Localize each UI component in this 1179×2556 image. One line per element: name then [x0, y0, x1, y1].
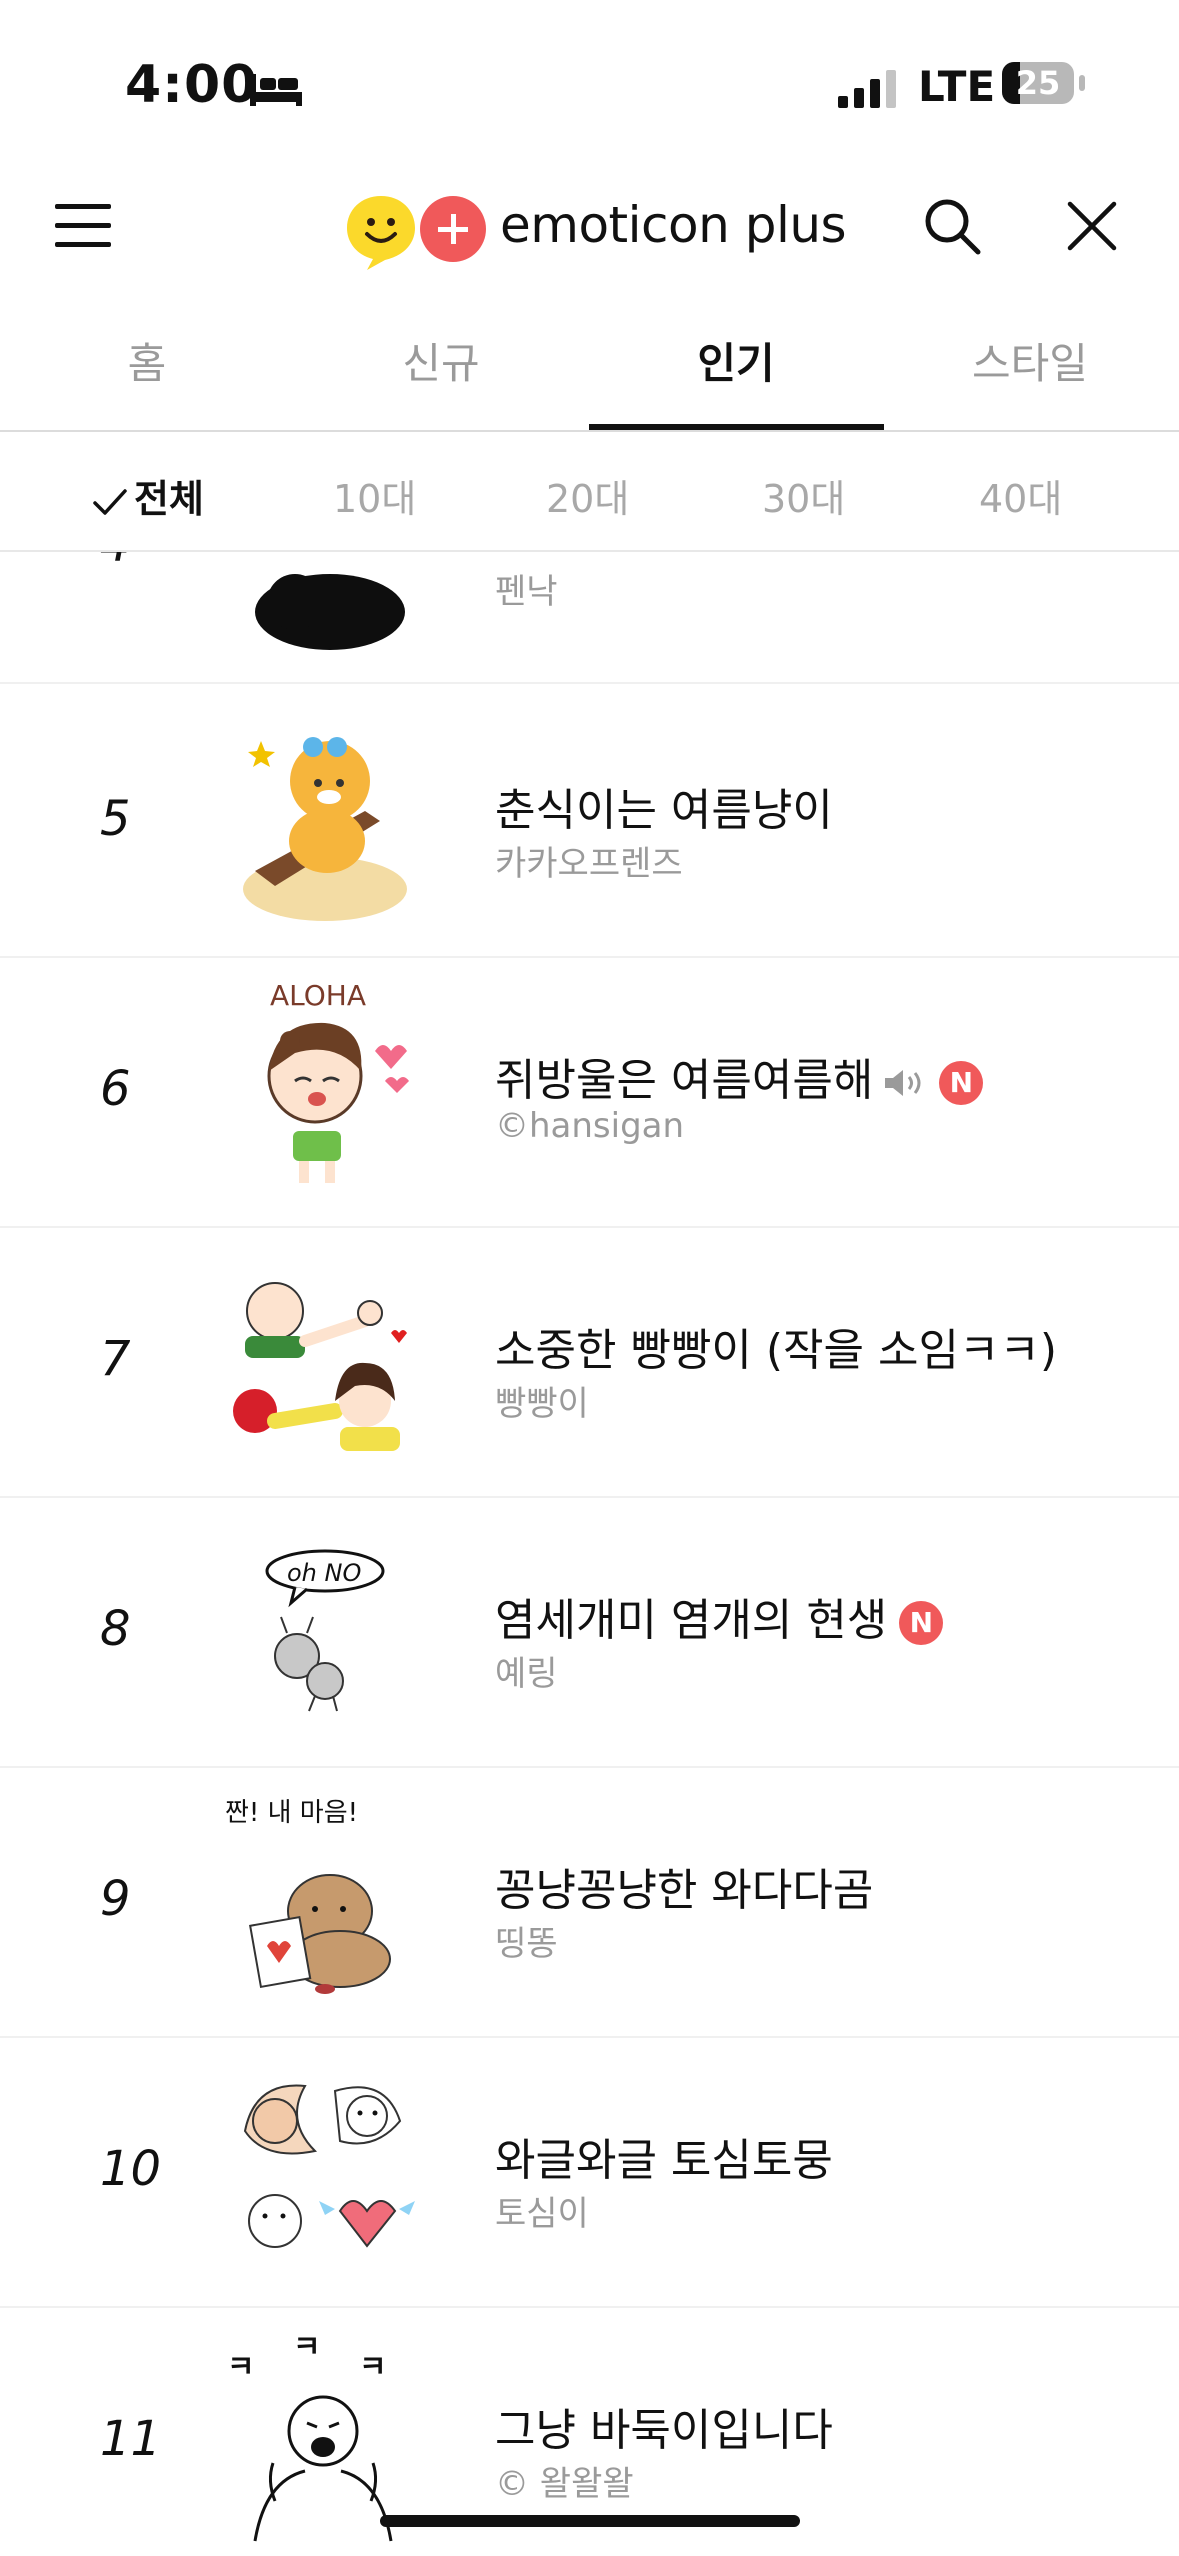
- battery-percent: 25: [1015, 64, 1061, 102]
- tab-popular[interactable]: 인기: [589, 330, 883, 391]
- emoticon-thumbnail: 짠! 내 마음!: [225, 1798, 391, 1994]
- filter-all[interactable]: 전체: [92, 468, 204, 523]
- emoticon-title: 꽁냥꽁냥한 와다다곰: [495, 1865, 874, 1916]
- filter-20s[interactable]: 20대: [546, 468, 629, 523]
- emoticon-thumbnail: [255, 574, 405, 650]
- tab-home[interactable]: 홈: [0, 330, 294, 391]
- age-filter-bar: 전체 10대 20대 30대 40대: [0, 432, 1179, 552]
- emoticon-thumbnail: [243, 737, 407, 921]
- creator-name: 펜낙: [495, 572, 558, 612]
- thumb-kk-middle: ㅋ: [293, 2331, 321, 2365]
- filter-30s[interactable]: 30대: [762, 468, 845, 523]
- list-item[interactable]: 10 와글와글 토심토뭉 토심이: [0, 2036, 1179, 2308]
- thumb-aloha-text: ALOHA: [270, 981, 366, 1012]
- creator-name: 띵똥: [495, 1924, 558, 1964]
- emoticon-title: 염세개미 염개의 현생 N: [495, 1584, 944, 1648]
- emoticon-thumbnail: oh NO: [265, 1549, 385, 1712]
- rank-number: 5: [100, 791, 131, 847]
- rank-number: 7: [100, 1331, 131, 1387]
- filter-10s[interactable]: 10대: [333, 468, 416, 523]
- check-icon: [93, 488, 127, 515]
- tab-new[interactable]: 신규: [294, 330, 588, 391]
- new-badge: N: [899, 1601, 944, 1645]
- emoticon-thumbnail: [243, 2084, 415, 2248]
- creator-name: 예링: [495, 1654, 558, 1694]
- filter-all-label: 전체: [134, 477, 204, 521]
- creator-name: 빵빵이: [495, 1384, 589, 1424]
- list-item[interactable]: 8 oh NO 염세개미 염개의 현생 N 예링: [0, 1496, 1179, 1768]
- thumb-oh-no-text: oh NO: [287, 1559, 361, 1587]
- list-item[interactable]: 6 ALOHA 쥐방울은 여름여름해 N ©hansigan: [0, 956, 1179, 1228]
- creator-name: 카카오프렌즈: [495, 844, 683, 884]
- battery-indicator: 25: [1002, 62, 1074, 104]
- main-tabs: 홈 신규 인기 스타일: [0, 300, 1179, 431]
- rank-number: 9: [100, 1871, 131, 1927]
- tab-style[interactable]: 스타일: [883, 330, 1177, 391]
- creator-name: © 왈왈왈: [495, 2464, 634, 2504]
- emoticon-thumbnail: ALOHA: [267, 981, 409, 1183]
- logo-text: emoticon plus: [500, 196, 847, 254]
- plus-logo-icon: [420, 196, 486, 262]
- hamburger-menu-icon[interactable]: [55, 200, 111, 250]
- search-icon[interactable]: [922, 196, 982, 256]
- thumb-kk-right: ㅋ: [359, 2350, 387, 2385]
- list-item[interactable]: 5 춘식이는 여름냥이 카카오프렌즈: [0, 686, 1179, 958]
- list-item[interactable]: 4 펜낙: [0, 550, 1179, 684]
- rank-number: 4: [100, 550, 190, 573]
- creator-name: ©hansigan: [495, 1106, 685, 1146]
- sound-icon: [885, 1070, 921, 1096]
- rank-number: 11: [100, 2411, 162, 2467]
- battery-cap: [1079, 75, 1085, 91]
- emoticon-title: 그냥 바둑이입니다: [495, 2405, 833, 2456]
- ranking-list: 4 펜낙 5 춘식이는 여름냥이 카카오프렌즈 6 ALOHA: [0, 550, 1179, 2556]
- emoticon-title: 쥐방울은 여름여름해 N: [495, 1044, 984, 1108]
- emoticon-thumbnail: [233, 1282, 407, 1451]
- new-badge: N: [939, 1061, 984, 1105]
- status-time: 4:00: [125, 55, 259, 115]
- creator-name: 토심이: [495, 2194, 589, 2234]
- emoticon-title: 춘식이는 여름냥이: [495, 785, 833, 836]
- emoticon-title-text: 쥐방울은 여름여름해: [495, 1055, 874, 1106]
- thumb-kk-left: ㅋ: [227, 2350, 255, 2385]
- status-bar: 4:00 LTE 25: [0, 0, 1179, 170]
- thumb-jjan-text: 짠! 내 마음!: [225, 1798, 358, 1828]
- cellular-signal-icon: [838, 70, 896, 108]
- sleep-focus-icon: [250, 74, 302, 106]
- rank-number: 8: [100, 1601, 131, 1657]
- emoticon-title: 와글와글 토심토뭉: [495, 2135, 833, 2186]
- list-item[interactable]: 9 짠! 내 마음! 꽁냥꽁냥한 와다다곰 띵똥: [0, 1766, 1179, 2038]
- home-indicator[interactable]: [380, 2515, 800, 2527]
- emoticon-title: 소중한 빵빵이 (작을 소임ㅋㅋ): [495, 1325, 1058, 1376]
- smiley-logo-icon: [347, 196, 415, 270]
- emoticon-title-text: 염세개미 염개의 현생: [495, 1595, 888, 1646]
- list-item[interactable]: 7 소중한 빵빵이 (작을 소임ㅋㅋ) 빵빵이: [0, 1226, 1179, 1498]
- filter-40s[interactable]: 40대: [979, 468, 1062, 523]
- network-type: LTE: [918, 62, 996, 111]
- close-icon[interactable]: [1066, 200, 1118, 252]
- rank-number: 6: [100, 1061, 131, 1117]
- rank-number: 10: [100, 2141, 162, 2197]
